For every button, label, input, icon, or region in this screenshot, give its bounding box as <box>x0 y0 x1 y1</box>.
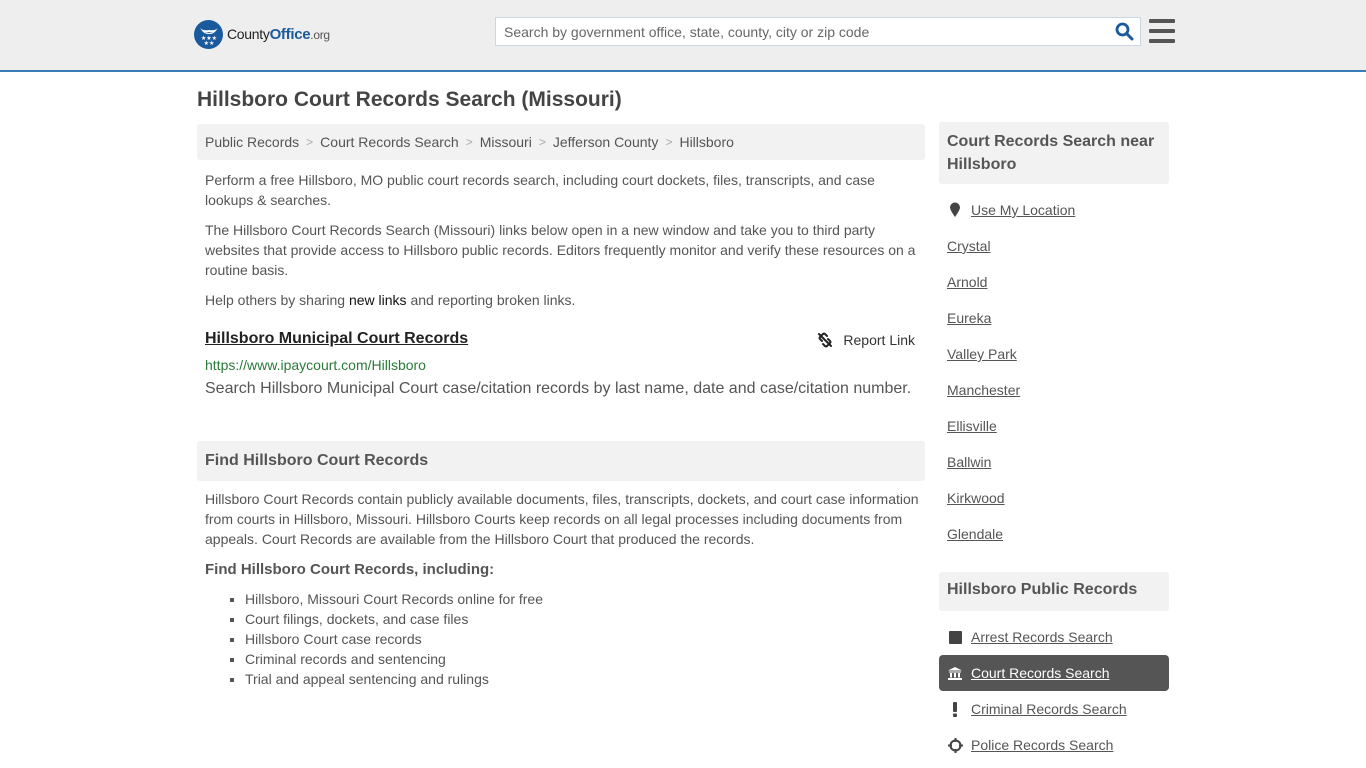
nearby-link-arnold[interactable]: Arnold <box>947 274 987 290</box>
find-records-body: Hillsboro Court Records contain publicly… <box>205 489 920 549</box>
intro-paragraph: The Hillsboro Court Records Search (Miss… <box>205 222 916 278</box>
list-item: Trial and appeal sentencing and rulings <box>245 669 543 689</box>
help-text: and reporting broken links. <box>406 292 576 308</box>
map-pin-icon <box>947 202 963 218</box>
svg-text:★★: ★★ <box>203 40 214 45</box>
logo-office: Office <box>269 26 311 43</box>
page-title: Hillsboro Court Records Search (Missouri… <box>197 88 622 111</box>
breadcrumb-separator: > <box>465 135 473 149</box>
new-links-link[interactable]: new links <box>349 292 407 308</box>
result-title-link[interactable]: Hillsboro Municipal Court Records <box>205 330 468 347</box>
search-bar <box>495 17 1141 46</box>
nearby-heading: Court Records Search near Hillsboro <box>939 122 1169 184</box>
help-paragraph: Help others by sharing new links and rep… <box>205 290 920 310</box>
intro-paragraph: Perform a free Hillsboro, MO public cour… <box>205 172 875 208</box>
court-records-link[interactable]: Court Records Search <box>947 665 1110 681</box>
list-item: Hillsboro Court case records <box>245 629 543 649</box>
breadcrumb-separator: > <box>538 135 546 149</box>
arrest-records-link[interactable]: Arrest Records Search <box>947 629 1113 645</box>
police-records-label: Police Records Search <box>971 737 1114 753</box>
list-item: Criminal records and sentencing <box>245 649 543 669</box>
list-item: Court filings, dockets, and case files <box>245 609 543 629</box>
police-records-link[interactable]: Police Records Search <box>947 737 1113 753</box>
use-my-location-link[interactable]: Use My Location <box>947 202 1075 218</box>
logo-text: CountyOffice.org <box>227 26 330 43</box>
criminal-records-link[interactable]: Criminal Records Search <box>947 701 1127 717</box>
find-records-heading: Find Hillsboro Court Records <box>197 441 925 481</box>
nearby-link-ballwin[interactable]: Ballwin <box>947 454 991 470</box>
find-records-subheading: Find Hillsboro Court Records, including: <box>205 561 495 578</box>
hamburger-menu-icon[interactable] <box>1149 19 1175 43</box>
site-header: ★★★ ★★ CountyOffice.org <box>0 0 1366 72</box>
report-link-button[interactable]: Report Link <box>817 332 915 348</box>
site-logo[interactable]: ★★★ ★★ CountyOffice.org <box>194 20 330 49</box>
breadcrumb-missouri[interactable]: Missouri <box>480 134 532 150</box>
crosshair-icon <box>947 737 963 753</box>
exclamation-icon <box>947 701 963 717</box>
courthouse-icon <box>947 666 963 680</box>
logo-org: .org <box>310 28 330 42</box>
use-my-location-label: Use My Location <box>971 202 1076 218</box>
breadcrumb-public-records[interactable]: Public Records <box>205 134 299 150</box>
court-records-label: Court Records Search <box>971 665 1110 681</box>
search-input[interactable] <box>496 18 1108 45</box>
breadcrumb-separator: > <box>665 135 673 149</box>
result-description: Search Hillsboro Municipal Court case/ci… <box>205 380 912 397</box>
public-records-heading: Hillsboro Public Records <box>939 572 1169 611</box>
find-records-list: Hillsboro, Missouri Court Records online… <box>245 589 543 689</box>
report-link-label: Report Link <box>843 332 915 348</box>
nearby-link-kirkwood[interactable]: Kirkwood <box>947 490 1005 506</box>
nearby-link-eureka[interactable]: Eureka <box>947 310 991 326</box>
criminal-records-label: Criminal Records Search <box>971 701 1127 717</box>
breadcrumb-jefferson-county[interactable]: Jefferson County <box>553 134 659 150</box>
nearby-link-manchester[interactable]: Manchester <box>947 382 1020 398</box>
help-text: Help others by sharing <box>205 292 349 308</box>
broken-link-icon <box>818 332 833 348</box>
nearby-link-valley-park[interactable]: Valley Park <box>947 346 1017 362</box>
find-records-paragraph: Hillsboro Court Records contain publicly… <box>205 491 919 547</box>
eagle-stars-icon: ★★★ ★★ <box>194 20 223 49</box>
square-icon <box>947 630 963 644</box>
list-item: Hillsboro, Missouri Court Records online… <box>245 589 543 609</box>
result-item: Hillsboro Municipal Court Records Report… <box>205 330 917 397</box>
breadcrumb-court-records-search[interactable]: Court Records Search <box>320 134 459 150</box>
result-url: https://www.ipaycourt.com/Hillsboro <box>205 357 426 373</box>
nearby-link-crystal[interactable]: Crystal <box>947 238 991 254</box>
breadcrumb: Public Records > Court Records Search > … <box>197 124 925 160</box>
nearby-link-ellisville[interactable]: Ellisville <box>947 418 997 434</box>
nearby-link-glendale[interactable]: Glendale <box>947 526 1003 542</box>
search-icon <box>1115 22 1133 41</box>
intro-section: Perform a free Hillsboro, MO public cour… <box>205 170 920 320</box>
breadcrumb-hillsboro[interactable]: Hillsboro <box>679 134 733 150</box>
search-button[interactable] <box>1108 18 1140 45</box>
breadcrumb-separator: > <box>306 135 314 149</box>
arrest-records-label: Arrest Records Search <box>971 629 1113 645</box>
logo-county: County <box>227 26 270 42</box>
